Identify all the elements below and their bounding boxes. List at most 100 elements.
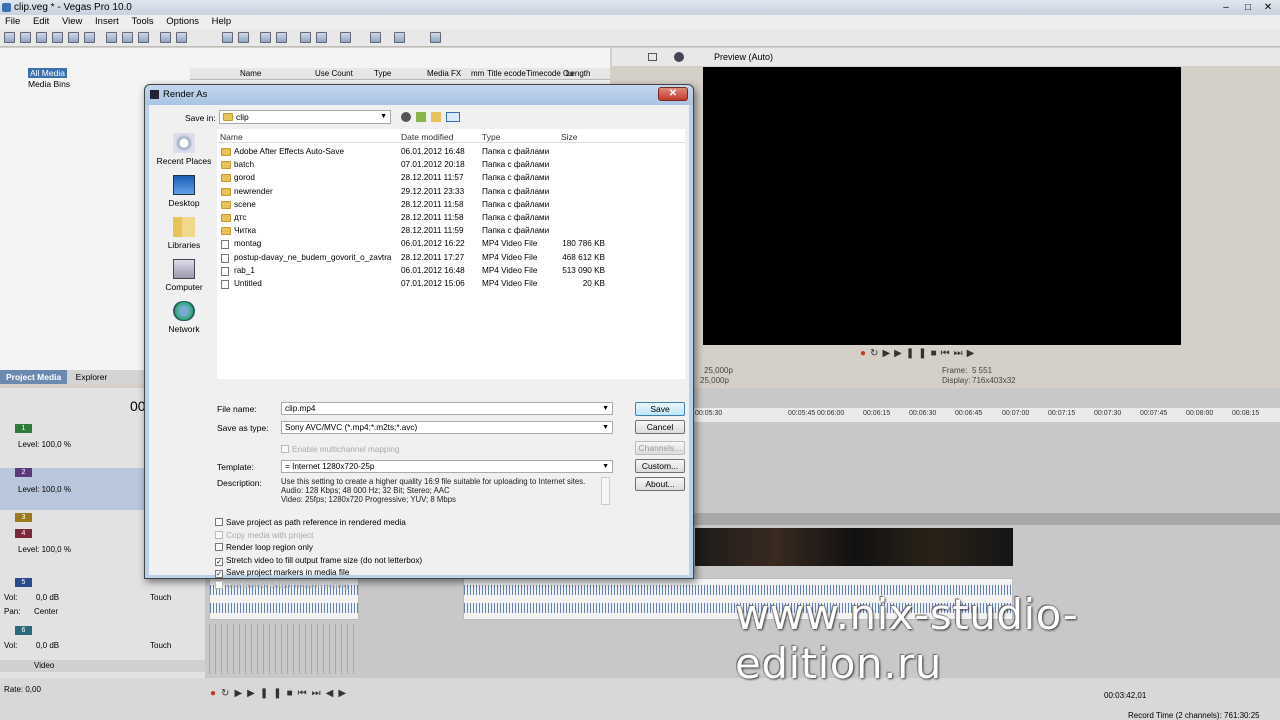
go-to-end-icon[interactable]: ⏭: [312, 688, 326, 699]
col-media-fx[interactable]: Media FX: [427, 68, 461, 80]
menu-options[interactable]: Options: [161, 15, 204, 29]
render-option-checkbox[interactable]: Copy media with project: [215, 530, 313, 541]
file-row[interactable]: Untitled 07.01.2012 15:06 MP4 Video File 20…: [217, 277, 685, 290]
open-icon[interactable]: [20, 32, 31, 43]
place-recent[interactable]: Recent Places: [153, 133, 215, 166]
menu-help[interactable]: Help: [207, 15, 237, 29]
view-menu-icon[interactable]: [446, 112, 460, 122]
folder-row[interactable]: Читка 28.12.2011 11:59 Папка с файлами: [217, 224, 685, 237]
preview-quality-dropdown[interactable]: Preview (Auto): [714, 48, 773, 66]
minimize-button[interactable]: –: [1216, 0, 1236, 15]
copy-icon[interactable]: [122, 32, 133, 43]
next-frame-icon[interactable]: ▶: [338, 688, 351, 699]
automation-mode[interactable]: Touch: [150, 593, 171, 602]
custom-button[interactable]: Custom...: [635, 459, 685, 473]
file-name-input[interactable]: clip.mp4 ▼: [281, 402, 613, 415]
save-button[interactable]: Save: [635, 402, 685, 416]
back-icon[interactable]: [401, 112, 411, 122]
menu-view[interactable]: View: [57, 15, 87, 29]
new-icon[interactable]: [4, 32, 15, 43]
channels-button[interactable]: Channels...: [635, 441, 685, 455]
template-dropdown[interactable]: = Internet 1280x720-25p ▼: [281, 460, 613, 473]
pause-icon[interactable]: ❚❚: [260, 688, 287, 699]
place-computer[interactable]: Computer: [153, 259, 215, 292]
maximize-button[interactable]: □: [1238, 0, 1258, 15]
play-from-start-icon[interactable]: ▶: [882, 348, 894, 359]
play-from-start-icon[interactable]: ▶: [234, 688, 247, 699]
snapping-icon[interactable]: [260, 32, 271, 43]
col-type[interactable]: Type: [374, 68, 391, 80]
file-row[interactable]: rab_1 06.01.2012 16:48 MP4 Video File 513 0…: [217, 264, 685, 277]
cut-icon[interactable]: [106, 32, 117, 43]
preview-device-icon[interactable]: [648, 53, 657, 61]
render-option-checkbox[interactable]: ✓ Save project markers in media file: [215, 567, 349, 578]
tab-explorer[interactable]: Explorer: [70, 370, 114, 384]
about-button[interactable]: About...: [635, 477, 685, 491]
save-icon[interactable]: [36, 32, 47, 43]
online-help-icon[interactable]: [370, 32, 381, 43]
col-date-modified[interactable]: Date modified: [401, 132, 453, 142]
render-icon[interactable]: [68, 32, 79, 43]
paste-icon[interactable]: [138, 32, 149, 43]
render-option-checkbox[interactable]: Save project as path reference in render…: [215, 517, 406, 528]
save-in-dropdown[interactable]: clip ▼: [219, 110, 391, 124]
render-option-checkbox[interactable]: ✓ Stretch video to fill output frame size…: [215, 555, 422, 566]
loop-icon[interactable]: ↻: [221, 688, 234, 699]
save-as-icon[interactable]: [52, 32, 63, 43]
file-list[interactable]: Name Date modified Type Size Adobe After…: [217, 129, 685, 379]
col-title[interactable]: Title: [487, 68, 502, 80]
record-icon[interactable]: ●: [860, 348, 870, 359]
video-fx-icon[interactable]: [674, 52, 684, 62]
col-mm[interactable]: mm: [471, 68, 484, 80]
save-as-type-dropdown[interactable]: Sony AVC/MVC (*.mp4;*.m2ts;*.avc) ▼: [281, 421, 613, 434]
dialog-close-button[interactable]: ✕: [658, 87, 688, 101]
menu-tools[interactable]: Tools: [126, 15, 158, 29]
render-option-checkbox[interactable]: Use project output rotation setting: [215, 580, 348, 591]
whats-this-icon[interactable]: [394, 32, 405, 43]
auto-ripple-icon[interactable]: [276, 32, 287, 43]
file-row[interactable]: postup-davay_ne_budem_govorit_o_zavtra 28…: [217, 251, 685, 264]
redo-icon[interactable]: [176, 32, 187, 43]
col-timecode[interactable]: ecode: [504, 68, 526, 80]
col-name[interactable]: Name: [220, 132, 243, 142]
tree-media-bins[interactable]: Media Bins: [28, 79, 70, 89]
folder-row[interactable]: batch 07.01.2012 20:18 Папка с файлами: [217, 158, 685, 171]
envelope-tool-icon[interactable]: [238, 32, 249, 43]
loop-icon[interactable]: ↻: [870, 348, 882, 359]
text-tool-icon[interactable]: [430, 32, 441, 43]
description-scrollbar[interactable]: [601, 477, 610, 505]
place-libraries[interactable]: Libraries: [153, 217, 215, 250]
up-folder-icon[interactable]: [416, 112, 426, 122]
properties-icon[interactable]: [84, 32, 95, 43]
tree-all-media[interactable]: All Media: [28, 68, 67, 78]
pause-icon[interactable]: ❚❚: [906, 348, 931, 359]
place-desktop[interactable]: Desktop: [153, 175, 215, 208]
undo-icon[interactable]: [160, 32, 171, 43]
go-to-start-icon[interactable]: ⏮: [298, 688, 312, 699]
new-folder-icon[interactable]: [431, 112, 441, 122]
next-frame-icon[interactable]: ▶: [967, 348, 979, 359]
menu-edit[interactable]: Edit: [28, 15, 54, 29]
tab-project-media[interactable]: Project Media: [0, 370, 68, 384]
play-icon[interactable]: ▶: [247, 688, 260, 699]
close-button[interactable]: ✕: [1258, 0, 1278, 15]
stop-icon[interactable]: ■: [931, 348, 941, 359]
folder-row[interactable]: newrender 29.12.2011 23:33 Папка с файлами: [217, 185, 685, 198]
normal-edit-tool-icon[interactable]: [222, 32, 233, 43]
render-option-checkbox[interactable]: Render loop region only: [215, 542, 313, 553]
stop-icon[interactable]: ■: [287, 688, 298, 699]
record-icon[interactable]: ●: [210, 688, 221, 699]
track-6[interactable]: 6 Vol: 0,0 dB Touch: [0, 626, 205, 654]
cancel-button[interactable]: Cancel: [635, 420, 685, 434]
multichannel-checkbox[interactable]: Enable multichannel mapping: [281, 444, 399, 455]
lock-envelopes-icon[interactable]: [300, 32, 311, 43]
folder-row[interactable]: дтс 28.12.2011 11:58 Папка с файлами: [217, 211, 685, 224]
place-network[interactable]: Network: [153, 301, 215, 334]
prev-frame-icon[interactable]: ◀: [326, 688, 339, 699]
track-5[interactable]: 5 Vol: 0,0 dB Touch Pan: Center: [0, 578, 205, 622]
video-clip[interactable]: [695, 528, 1013, 566]
col-length[interactable]: Length: [566, 68, 590, 80]
col-name[interactable]: Name: [240, 68, 261, 80]
go-to-end-icon[interactable]: ⏭: [954, 348, 967, 359]
ignore-grouping-icon[interactable]: [316, 32, 327, 43]
